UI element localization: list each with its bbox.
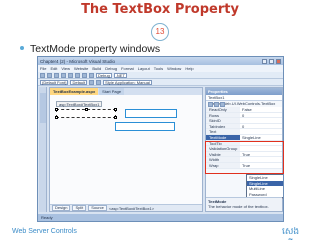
menu-tools[interactable]: Tools <box>154 66 163 71</box>
property-name: Text <box>206 129 240 134</box>
bullet-item: TextMode property windows <box>20 43 160 55</box>
minimize-button[interactable] <box>262 58 267 64</box>
textmode-dropdown[interactable]: SingleLine SingleLine MultiLine Password <box>246 174 283 198</box>
style-application-select[interactable]: Style Application: Manual <box>103 79 152 85</box>
toolbox-tab[interactable] <box>40 93 46 123</box>
description-text: The behavior mode of the textbox. <box>208 204 269 209</box>
visual-studio-window: Chapter4 (2) - Microsoft Visual Studio F… <box>37 56 284 222</box>
menu-bar: File Edit View Website Build Debug Forma… <box>38 65 283 72</box>
textbox-control-2[interactable] <box>125 109 177 118</box>
paste-icon[interactable] <box>75 72 80 78</box>
document-tabs: TextBoxExample.aspx Start Page <box>50 88 202 95</box>
bold-icon[interactable] <box>89 79 95 85</box>
menu-website[interactable]: Website <box>74 66 88 71</box>
tab-textboxexample[interactable]: TextBoxExample.aspx <box>50 88 99 95</box>
categorized-icon[interactable] <box>208 101 213 107</box>
view-switcher: Design Split Source <asp:TextBox#TextBox… <box>50 204 202 211</box>
size-select[interactable]: Default <box>70 79 88 85</box>
alphabetical-icon[interactable] <box>214 101 219 107</box>
menu-debug[interactable]: Debug <box>105 66 117 71</box>
property-name: Rows <box>206 112 240 118</box>
property-description: TextMode The behavior mode of the textbo… <box>206 197 282 211</box>
source-view-button[interactable]: Source <box>88 205 107 211</box>
property-value[interactable] <box>240 118 282 123</box>
format-toolbar: (Default Font) Default Style Application… <box>38 79 283 86</box>
design-view-button[interactable]: Design <box>52 205 71 211</box>
tag-breadcrumb[interactable]: <asp:TextBox#TextBox1> <box>109 206 154 211</box>
menu-window[interactable]: Window <box>167 66 181 71</box>
save-icon[interactable] <box>54 72 59 78</box>
property-name: ReadOnly <box>206 107 240 112</box>
resize-handle[interactable] <box>114 108 117 111</box>
menu-help[interactable]: Help <box>185 66 193 71</box>
italic-icon[interactable] <box>96 79 102 85</box>
resize-handle[interactable] <box>85 108 88 111</box>
font-select[interactable]: (Default Font) <box>40 79 69 85</box>
property-name: SkinID <box>206 118 240 123</box>
menu-view[interactable]: View <box>61 66 70 71</box>
page-number-badge: 13 <box>151 23 169 41</box>
resize-handle[interactable] <box>114 116 117 119</box>
footer-left-text: Web Server Controls <box>12 228 77 235</box>
property-value[interactable] <box>240 129 282 134</box>
design-surface[interactable]: TextBoxExample.aspx Start Page asp:TextB… <box>49 87 203 212</box>
copy-icon[interactable] <box>68 72 73 78</box>
menu-build[interactable]: Build <box>92 66 101 71</box>
menu-edit[interactable]: Edit <box>50 66 57 71</box>
highlight-box <box>205 141 284 174</box>
property-value[interactable]: False <box>240 107 282 112</box>
resize-handle[interactable] <box>55 116 58 119</box>
run-icon[interactable] <box>89 72 94 78</box>
window-title: Chapter4 (2) - Microsoft Visual Studio <box>40 58 115 64</box>
property-value[interactable]: 0 <box>240 112 282 118</box>
properties-header: Properties <box>206 88 282 95</box>
undo-icon[interactable] <box>82 72 87 78</box>
tab-start-page[interactable]: Start Page <box>99 88 125 95</box>
menu-file[interactable]: File <box>40 66 46 71</box>
property-name: TextMode <box>206 134 240 140</box>
menu-format[interactable]: Format <box>121 66 134 71</box>
bullet-dot-icon <box>20 46 24 51</box>
new-file-icon[interactable] <box>40 72 45 78</box>
toolbox-panel[interactable] <box>39 87 47 212</box>
property-name: TabIndex <box>206 123 240 129</box>
split-view-button[interactable]: Split <box>72 205 87 211</box>
footer-right-text: សេង ស្រ៊ីយន <box>282 226 308 240</box>
events-icon[interactable] <box>220 101 225 107</box>
slide-title: The TextBox Property <box>81 2 239 17</box>
control-tag-label: asp:TextBox#TextBox1 <box>56 101 103 107</box>
bullet-text: TextMode property windows <box>30 43 161 55</box>
open-icon[interactable] <box>47 72 52 78</box>
object-selector[interactable]: TextBox1 System.Web.UI.WebControls.TextB… <box>206 95 282 106</box>
status-bar: Ready <box>38 214 283 221</box>
textbox-control[interactable] <box>55 108 117 119</box>
cut-icon[interactable] <box>61 72 66 78</box>
textbox-control-3[interactable] <box>115 122 175 131</box>
platform-select[interactable]: .NET <box>113 72 127 78</box>
maximize-button[interactable] <box>269 58 274 64</box>
config-select[interactable]: Debug <box>96 72 112 78</box>
property-value[interactable]: SingleLine <box>240 134 282 140</box>
property-value[interactable]: 0 <box>240 123 282 129</box>
window-titlebar: Chapter4 (2) - Microsoft Visual Studio <box>38 57 283 65</box>
close-button[interactable] <box>276 58 281 64</box>
menu-layout[interactable]: Layout <box>138 66 150 71</box>
standard-toolbar: Debug .NET <box>38 72 283 79</box>
resize-handle[interactable] <box>55 108 58 111</box>
